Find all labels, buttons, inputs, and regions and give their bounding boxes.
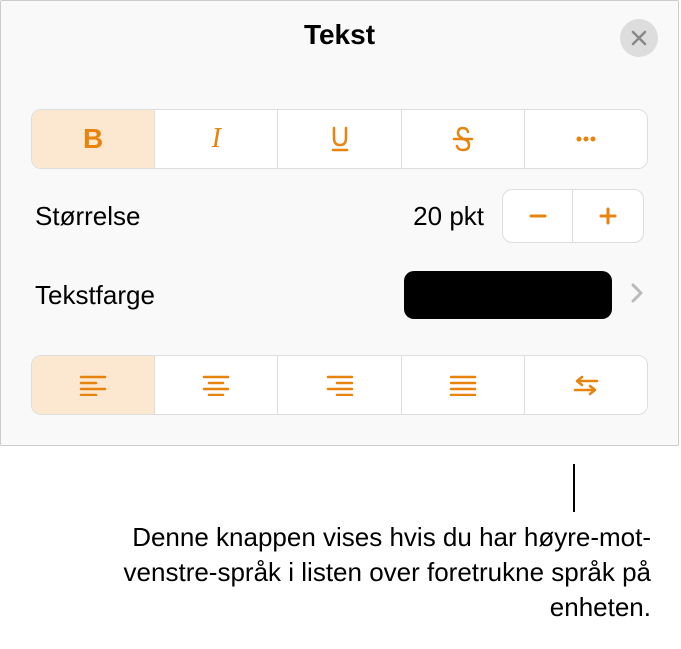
more-options-button[interactable] [525, 110, 647, 168]
align-right-icon [325, 374, 355, 396]
plus-icon [596, 204, 620, 228]
color-swatch[interactable] [404, 271, 612, 319]
align-center-icon [201, 374, 231, 396]
callout-text: Denne knappen vises hvis du har høyre-mo… [81, 520, 651, 625]
size-increase-button[interactable] [573, 190, 643, 242]
italic-icon: I [212, 123, 221, 155]
text-direction-button[interactable] [525, 356, 647, 414]
align-left-button[interactable] [32, 356, 155, 414]
callout-line [573, 464, 575, 512]
panel-content: B I [1, 69, 678, 445]
size-value: 20 pkt [413, 201, 484, 232]
strikethrough-icon [451, 125, 475, 153]
chevron-right-icon [630, 282, 644, 304]
panel-header: Tekst [1, 1, 678, 69]
color-row: Tekstfarge [31, 271, 648, 319]
align-center-button[interactable] [155, 356, 278, 414]
align-justify-icon [448, 374, 478, 396]
close-icon [630, 29, 648, 47]
size-stepper [502, 189, 644, 243]
bold-icon: B [83, 123, 103, 155]
align-right-button[interactable] [278, 356, 401, 414]
alignment-group [31, 355, 648, 415]
close-button[interactable] [620, 19, 658, 57]
align-left-icon [78, 374, 108, 396]
color-disclosure-button[interactable] [630, 282, 644, 309]
underline-button[interactable] [278, 110, 401, 168]
text-style-group: B I [31, 109, 648, 169]
more-icon [574, 125, 598, 153]
panel-title: Tekst [1, 19, 678, 51]
color-label: Tekstfarge [35, 280, 404, 311]
size-decrease-button[interactable] [503, 190, 573, 242]
italic-button[interactable]: I [155, 110, 278, 168]
text-format-panel: Tekst B I [0, 0, 679, 446]
underline-icon [328, 125, 352, 153]
bold-button[interactable]: B [32, 110, 155, 168]
size-row: Størrelse 20 pkt [31, 189, 648, 243]
minus-icon [526, 204, 550, 228]
size-label: Størrelse [35, 201, 413, 232]
text-direction-icon [571, 374, 601, 396]
align-justify-button[interactable] [402, 356, 525, 414]
strikethrough-button[interactable] [402, 110, 525, 168]
